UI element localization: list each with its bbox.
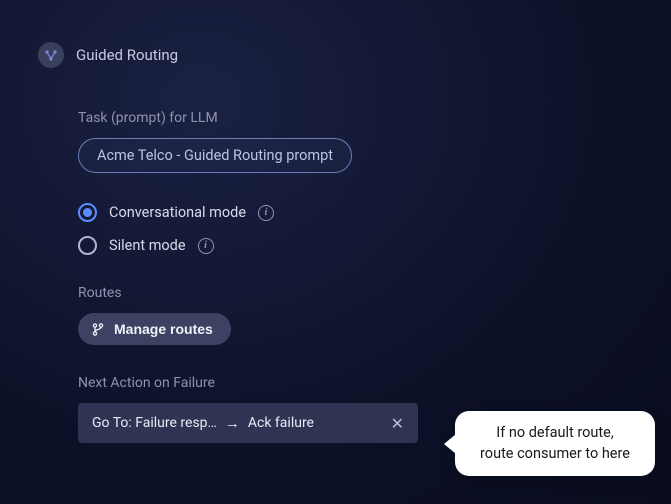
- panel-header: Guided Routing: [38, 42, 633, 68]
- mode-option-silent[interactable]: Silent mode i: [78, 236, 633, 255]
- mode-label: Conversational mode: [109, 204, 246, 221]
- tooltip-line-1: If no default route,: [496, 424, 613, 441]
- tooltip-line-2: route consumer to here: [480, 445, 630, 462]
- arrow-right-icon: →: [225, 414, 240, 432]
- task-prompt-pill[interactable]: Acme Telco - Guided Routing prompt: [78, 138, 352, 173]
- clear-icon[interactable]: ✕: [387, 412, 408, 435]
- failure-label: Next Action on Failure: [78, 375, 633, 391]
- routes-label: Routes: [78, 285, 633, 301]
- manage-routes-label: Manage routes: [114, 321, 213, 337]
- manage-routes-button[interactable]: Manage routes: [78, 313, 231, 345]
- radio-selected-icon: [78, 203, 97, 222]
- failure-goto-text: Go To: Failure resp…: [92, 415, 217, 431]
- failure-action-select[interactable]: Go To: Failure resp… → Ack failure ✕: [78, 403, 418, 443]
- branch-icon: [92, 323, 104, 336]
- failure-target-text: Ack failure: [248, 415, 379, 431]
- panel-title: Guided Routing: [76, 46, 178, 64]
- radio-unselected-icon: [78, 236, 97, 255]
- mode-label: Silent mode: [109, 237, 186, 254]
- task-label: Task (prompt) for LLM: [78, 110, 633, 126]
- info-icon[interactable]: i: [258, 205, 274, 221]
- info-icon[interactable]: i: [198, 238, 214, 254]
- mode-option-conversational[interactable]: Conversational mode i: [78, 203, 633, 222]
- routing-icon: [38, 42, 64, 68]
- callout-tooltip: If no default route, route consumer to h…: [455, 411, 655, 476]
